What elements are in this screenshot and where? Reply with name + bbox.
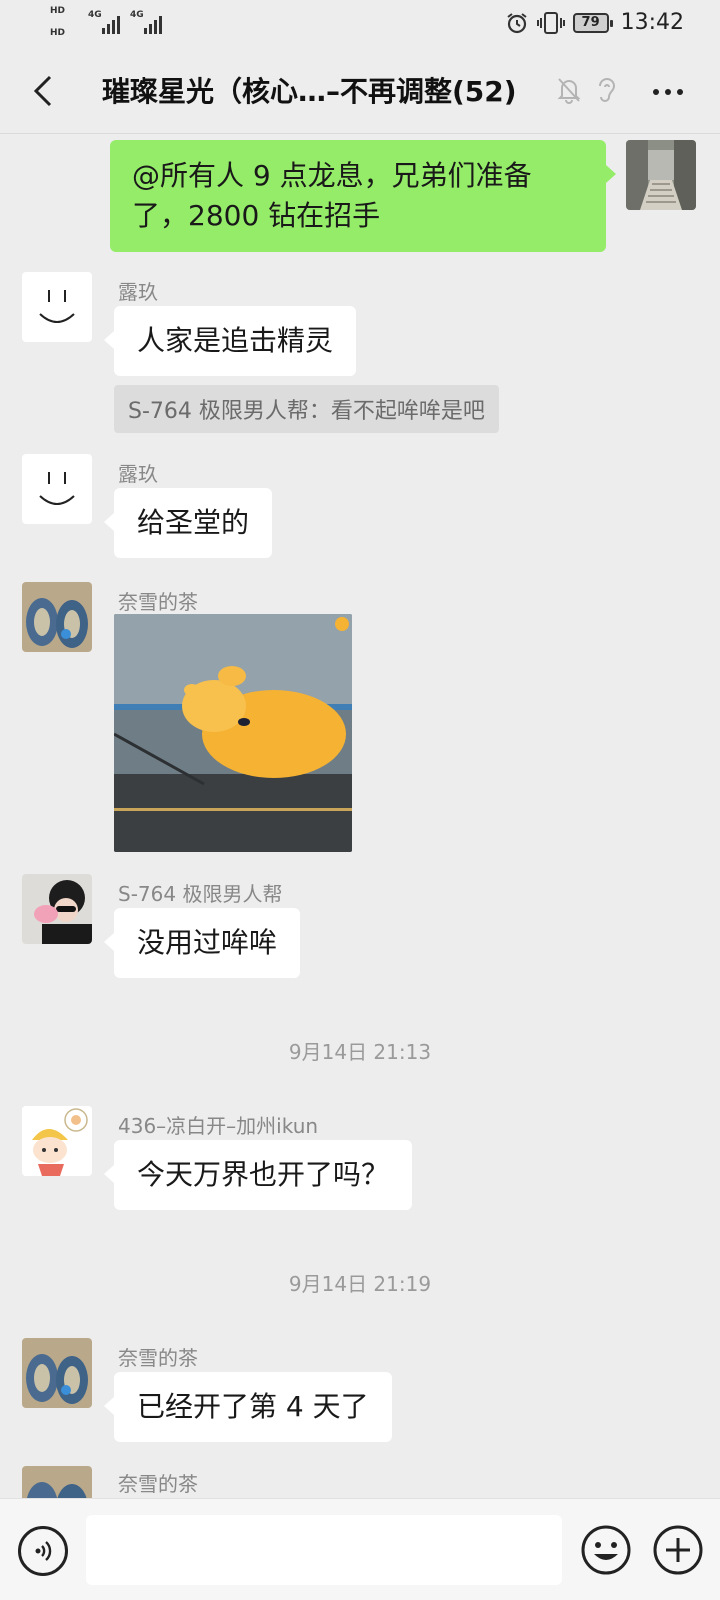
dot-icon: [665, 89, 671, 95]
emoji-icon[interactable]: [580, 1524, 632, 1576]
hd-label-2: HD: [50, 28, 66, 38]
message-bubble[interactable]: 给圣堂的: [103, 488, 273, 558]
own-message-bubble[interactable]: @所有人 9 点龙息，兄弟们准备了，2800 钻在招手: [110, 140, 616, 252]
voice-icon: [35, 1541, 52, 1561]
sender-name: 奈雪的茶: [118, 1472, 198, 1496]
sender-name: 436–凉白开–加州ikun: [118, 1114, 319, 1138]
sender-name: 露玖: [118, 280, 158, 304]
sender-avatar[interactable]: [22, 874, 92, 944]
image-message[interactable]: [114, 614, 352, 852]
chat-header: 璀璨星光（核心…–不再调整(52): [0, 50, 720, 134]
dot-icon: [653, 89, 659, 95]
sender-avatar[interactable]: [22, 1338, 92, 1408]
earpiece-icon: [599, 78, 616, 102]
message-bubble[interactable]: 没用过哞哞: [103, 908, 301, 978]
network-type-1: 4G: [88, 10, 102, 20]
sender-name: 奈雪的茶: [118, 590, 198, 614]
sender-avatar[interactable]: [22, 272, 92, 342]
voice-input-button[interactable]: [18, 1526, 68, 1576]
input-bar: [0, 1498, 720, 1600]
sender-name: S-764 极限男人帮: [118, 882, 283, 906]
timestamp: 9月14日 21:19: [288, 1272, 432, 1296]
status-right: 79 13:42: [505, 10, 684, 35]
mute-bell-icon: [557, 78, 581, 104]
chevron-left-icon: [33, 75, 52, 107]
chat-title: 璀璨星光（核心…–不再调整(52): [102, 75, 517, 108]
hd-label-1: HD: [50, 6, 66, 16]
clock: 13:42: [620, 10, 684, 35]
sender-avatar[interactable]: [22, 1106, 92, 1176]
signal-icon: [102, 12, 120, 34]
battery-icon: 79: [572, 12, 613, 33]
dot-icon: [677, 89, 683, 95]
status-bar: HD HD 4G 4G 79 13:42: [0, 0, 720, 50]
message-bubble[interactable]: 人家是追击精灵: [103, 306, 357, 376]
vibrate-icon: [536, 11, 565, 34]
plus-icon[interactable]: [652, 1524, 704, 1576]
quoted-message[interactable]: S-764 极限男人帮：看不起哞哞是吧: [114, 385, 499, 433]
message-bubble[interactable]: 已经开了第 4 天了: [104, 1372, 392, 1442]
sender-name: 露玖: [118, 462, 158, 486]
message-input[interactable]: [86, 1515, 562, 1585]
alarm-icon: [506, 12, 527, 33]
message-bubble[interactable]: 今天万界也开了吗？: [103, 1140, 413, 1210]
network-type-2: 4G: [130, 10, 144, 20]
timestamp: 9月14日 21:13: [288, 1040, 432, 1064]
back-button[interactable]: [20, 68, 66, 114]
more-options-button[interactable]: [646, 70, 690, 114]
sender-avatar[interactable]: [22, 454, 92, 524]
own-avatar[interactable]: [626, 140, 696, 210]
sender-avatar[interactable]: [22, 1466, 92, 1498]
sender-name: 奈雪的茶: [118, 1346, 198, 1370]
signal-icon: [144, 12, 162, 34]
sender-avatar[interactable]: [22, 582, 92, 652]
